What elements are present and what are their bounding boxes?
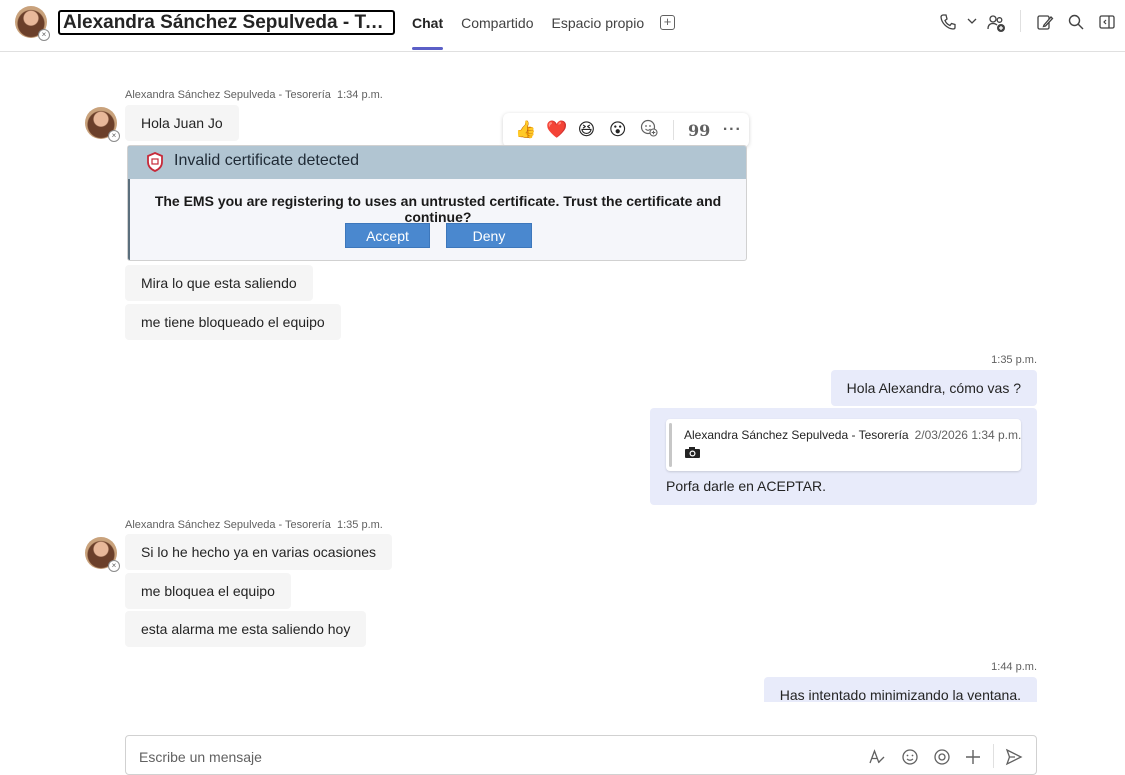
dialog-header: Invalid certificate detected [128,146,746,179]
message-author: Alexandra Sánchez Sepulveda - Tesorería [125,519,331,531]
send-icon[interactable] [1005,748,1023,771]
dialog-title: Invalid certificate detected [174,152,359,169]
my-message-bubble[interactable]: Alexandra Sánchez Sepulveda - Tesorería 2… [650,408,1037,505]
message-input[interactable]: Escribe un mensaje [139,749,262,765]
presence-offline-icon: × [108,130,120,142]
chat-tabs: Chat Compartido Espacio propio [412,0,662,52]
surprised-reaction-icon[interactable]: 😮 [609,120,640,140]
side-panel-icon[interactable] [1097,13,1117,33]
contact-avatar[interactable]: × [15,6,50,41]
message-time: 1:35 p.m. [337,519,383,531]
attach-plus-icon[interactable] [964,748,982,771]
reaction-divider [673,120,675,140]
message-meta: Alexandra Sánchez Sepulveda - Tesorería … [125,89,383,101]
add-tab-icon[interactable]: + [660,15,675,30]
image-attachment[interactable]: Invalid certificate detected The EMS you… [127,145,747,261]
presence-offline-icon: × [38,29,50,41]
contact-name-title[interactable]: Alexandra Sánchez Sepulveda - Tesor… [58,10,395,35]
message-bubble[interactable]: me bloquea el equipo [125,573,291,609]
tab-own-space[interactable]: Espacio propio [552,0,645,52]
quoted-author-name: Alexandra Sánchez Sepulveda - Tesorería [684,428,909,442]
shield-icon [147,152,163,172]
pop-out-icon[interactable] [1035,13,1055,33]
quote-bar [669,423,672,467]
message-bubble[interactable]: Mira lo que esta saliendo [125,265,313,301]
quoted-author: Alexandra Sánchez Sepulveda - Tesorería 2… [684,428,1021,442]
tab-shared[interactable]: Compartido [461,0,533,52]
more-options-icon[interactable]: ··· [716,121,749,139]
quoted-message[interactable]: Alexandra Sánchez Sepulveda - Tesorería 2… [666,419,1021,471]
accept-button: Accept [345,223,430,248]
tab-chat[interactable]: Chat [412,0,444,52]
message-time: 1:35 p.m. [991,354,1037,366]
sender-avatar[interactable]: × [85,537,120,572]
quoted-time: 2/03/2026 1:34 p.m. [914,428,1022,442]
message-meta: Alexandra Sánchez Sepulveda - Tesorería … [125,519,383,531]
message-time: 1:34 p.m. [337,89,383,101]
message-bubble[interactable]: esta alarma me esta saliendo hoy [125,611,367,647]
loop-component-icon[interactable] [933,748,951,771]
dialog-message: The EMS you are registering to uses an u… [154,193,722,225]
compose-divider [993,744,994,768]
message-bubble[interactable]: Si lo he hecho ya en varias ocasiones [125,534,393,570]
my-message-bubble[interactable]: Has intentado minimizando la ventana. [763,677,1037,703]
quote-reply-icon[interactable]: 99 [682,121,715,140]
message-bubble[interactable]: me tiene bloqueado el equipo [125,304,341,340]
add-people-icon[interactable] [986,13,1006,33]
message-bubble[interactable]: Hola Juan Jo [125,105,239,141]
message-author: Alexandra Sánchez Sepulveda - Tesorería [125,89,331,101]
sender-avatar[interactable]: × [85,107,120,142]
my-message-bubble[interactable]: Hola Alexandra, cómo vas ? [830,370,1037,406]
reaction-bar: 👍 ❤️ 😆 😮 99 ··· [503,113,749,147]
message-time: 1:44 p.m. [991,661,1037,673]
search-icon[interactable] [1066,13,1086,33]
add-reaction-icon[interactable] [640,119,671,142]
chat-header: × Alexandra Sánchez Sepulveda - Tesor… C… [0,0,1125,52]
laugh-reaction-icon[interactable]: 😆 [578,120,609,140]
presence-offline-icon: × [108,560,120,572]
heart-reaction-icon[interactable]: ❤️ [546,120,577,140]
emoji-icon[interactable] [901,748,919,771]
header-divider [1020,10,1021,32]
message-text: Porfa darle en ACEPTAR. [666,478,827,494]
chevron-down-icon[interactable] [962,13,982,33]
camera-icon [684,446,701,462]
compose-box[interactable]: Escribe un mensaje [125,735,1037,775]
format-icon[interactable] [868,748,886,771]
deny-button: Deny [446,223,532,248]
phone-icon[interactable] [938,13,958,33]
like-reaction-icon[interactable]: 👍 [515,120,546,140]
